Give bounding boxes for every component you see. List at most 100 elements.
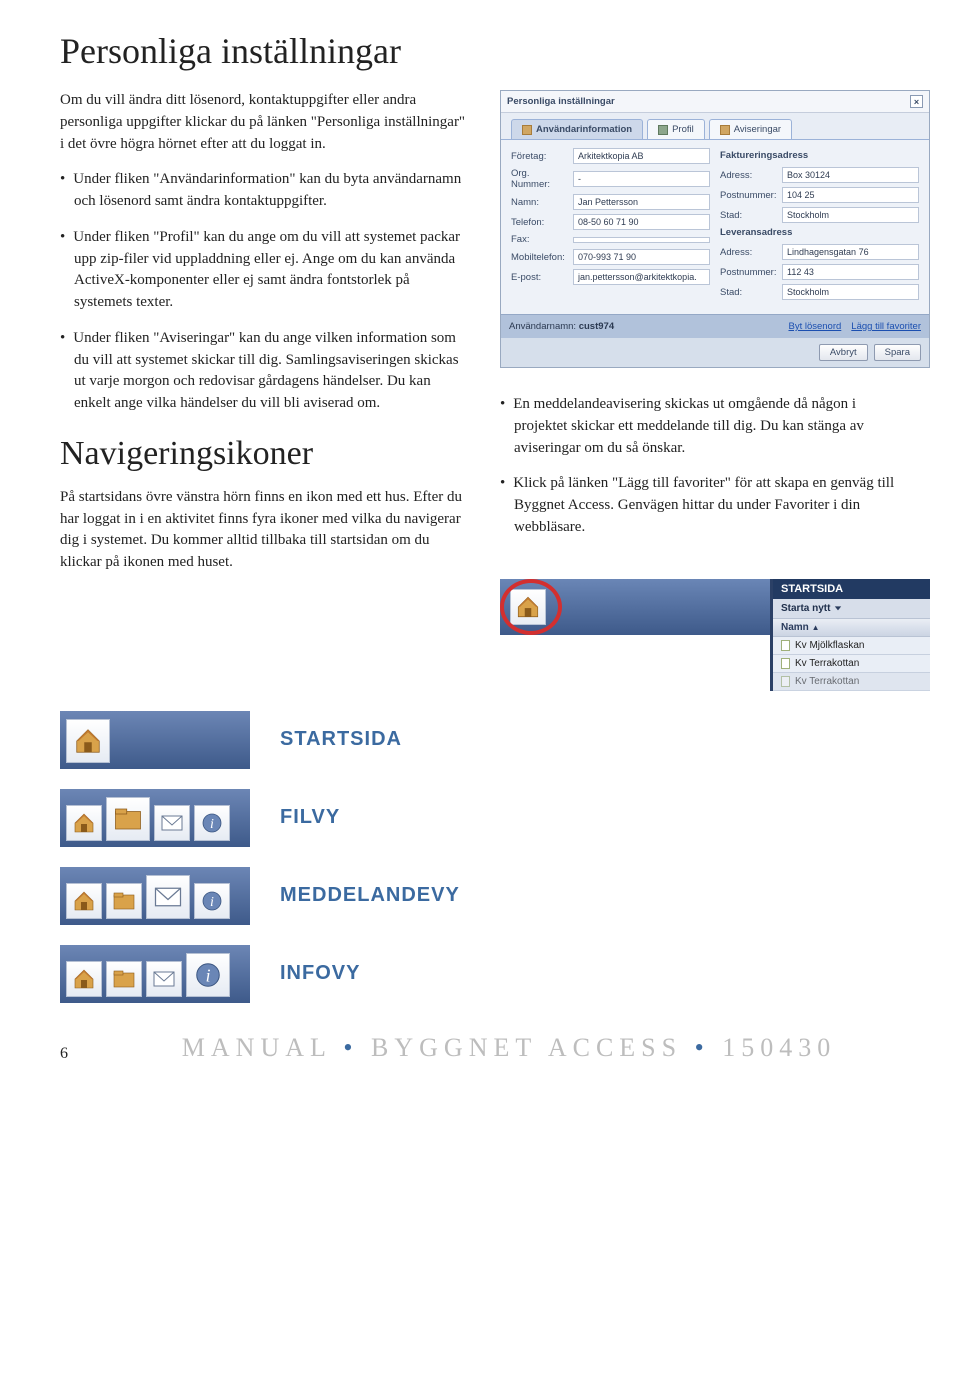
home-icon[interactable] — [66, 883, 102, 919]
label: Telefon: — [511, 217, 569, 228]
row-label: Kv Mjölkflaskan — [795, 640, 864, 651]
email-field[interactable]: jan.pettersson@arkitektkopia. — [573, 269, 710, 285]
label: Stad: — [720, 287, 778, 298]
save-button[interactable]: Spara — [874, 344, 921, 361]
invoice-address-field[interactable]: Box 30124 — [782, 167, 919, 183]
label: Adress: — [720, 170, 778, 181]
label: Namn: — [511, 197, 569, 208]
iconbar-filvy — [60, 789, 250, 847]
tab-label: Användarinformation — [536, 124, 632, 135]
mail-icon[interactable] — [146, 961, 182, 997]
home-icon[interactable] — [66, 719, 110, 763]
iconbar-startsida — [60, 711, 250, 769]
label: Företag: — [511, 151, 569, 162]
document-icon — [781, 640, 790, 651]
list-item[interactable]: Kv Terrakottan — [773, 655, 930, 673]
mail-icon[interactable] — [146, 875, 190, 919]
column-header-label: Namn — [781, 622, 809, 633]
phone-field[interactable]: 08-50 60 71 90 — [573, 214, 710, 230]
user-icon — [522, 125, 532, 135]
nav-heading: Navigeringsikoner — [60, 435, 470, 473]
list-item: Under fliken "Profil" kan du ange om du … — [60, 227, 470, 314]
list-item: En meddelandeavisering skickas ut omgåen… — [500, 394, 910, 459]
list-item[interactable]: Kv Mjölkflaskan — [773, 637, 930, 655]
label-startsida: STARTSIDA — [280, 728, 402, 751]
change-password-link[interactable]: Byt lösenord — [788, 321, 841, 332]
folder-icon[interactable] — [106, 797, 150, 841]
tab-aviseringar[interactable]: Aviseringar — [709, 119, 792, 139]
label-meddelandevy: MEDDELANDEVY — [280, 884, 460, 907]
starta-nytt-label: Starta nytt — [781, 603, 830, 614]
dot-icon: • — [695, 1033, 710, 1062]
tab-label: Profil — [672, 124, 694, 135]
section-faktureringsadress: Faktureringsadress — [720, 150, 919, 161]
column-header-name[interactable]: Namn ▲ — [773, 618, 930, 637]
orgnr-field[interactable]: - — [573, 171, 710, 187]
list-item: Under fliken "Aviseringar" kan du ange v… — [60, 328, 470, 415]
intro-paragraph: Om du vill ändra ditt lösenord, kontaktu… — [60, 90, 470, 155]
label-filvy: FILVY — [280, 806, 340, 829]
left-bullet-list: Under fliken "Användarinformation" kan d… — [60, 169, 470, 415]
right-bullet-list: En meddelandeavisering skickas ut omgåen… — [500, 394, 910, 539]
label: Org. Nummer: — [511, 168, 569, 190]
document-icon — [781, 658, 790, 669]
label: Postnummer: — [720, 190, 778, 201]
company-field[interactable]: Arkitektkopia AB — [573, 148, 710, 164]
row-label: Kv Terrakottan — [795, 658, 859, 669]
label: Fax: — [511, 234, 569, 245]
folder-icon[interactable] — [106, 961, 142, 997]
dot-icon: • — [343, 1033, 358, 1062]
list-item: Klick på länken "Lägg till favoriter" fö… — [500, 473, 910, 538]
iconbar-meddelandevy — [60, 867, 250, 925]
fax-field[interactable] — [573, 237, 710, 243]
bell-icon — [720, 125, 730, 135]
section-leveransadress: Leveransadress — [720, 227, 919, 238]
label: Stad: — [720, 210, 778, 221]
row-label: Kv Terrakottan — [795, 676, 859, 687]
startpage-screenshot: STARTSIDA Starta nytt Namn ▲ Kv Mjölkfla… — [500, 579, 930, 691]
add-favorites-link[interactable]: Lägg till favoriter — [851, 321, 921, 332]
footer-word: 150430 — [722, 1033, 836, 1062]
home-icon[interactable] — [510, 589, 546, 625]
invoice-zip-field[interactable]: 104 25 — [782, 187, 919, 203]
profile-icon — [658, 125, 668, 135]
nav-paragraph: På startsidans övre vänstra hörn finns e… — [60, 487, 470, 574]
page-heading: Personliga inställningar — [60, 30, 910, 72]
home-icon[interactable] — [66, 805, 102, 841]
startsida-header: STARTSIDA — [773, 579, 930, 599]
name-field[interactable]: Jan Pettersson — [573, 194, 710, 210]
list-item[interactable]: Kv Terrakottan — [773, 673, 930, 691]
label: Mobiltelefon: — [511, 252, 569, 263]
mobile-field[interactable]: 070-993 71 90 — [573, 249, 710, 265]
page-number: 6 — [60, 1045, 68, 1063]
label: Postnummer: — [720, 267, 778, 278]
tab-profil[interactable]: Profil — [647, 119, 705, 139]
chevron-down-icon — [834, 604, 842, 612]
folder-icon[interactable] — [106, 883, 142, 919]
settings-dialog: Personliga inställningar × Användarinfor… — [500, 90, 930, 368]
document-icon — [781, 676, 790, 687]
label: E-post: — [511, 272, 569, 283]
footer-word: BYGGNET ACCESS — [371, 1033, 682, 1062]
mail-icon[interactable] — [154, 805, 190, 841]
starta-nytt-button[interactable]: Starta nytt — [773, 599, 930, 618]
tab-anvandarinfo[interactable]: Användarinformation — [511, 119, 643, 139]
label: Användarnamn: — [509, 321, 576, 332]
label: Adress: — [720, 247, 778, 258]
home-icon[interactable] — [66, 961, 102, 997]
label-infovy: INFOVY — [280, 962, 360, 985]
info-icon[interactable] — [186, 953, 230, 997]
invoice-city-field[interactable]: Stockholm — [782, 207, 919, 223]
close-icon[interactable]: × — [910, 95, 923, 108]
info-icon[interactable] — [194, 883, 230, 919]
username-value: cust974 — [579, 321, 614, 332]
tab-label: Aviseringar — [734, 124, 781, 135]
info-icon[interactable] — [194, 805, 230, 841]
iconbar-infovy — [60, 945, 250, 1003]
footer-text: MANUAL • BYGGNET ACCESS • 150430 — [108, 1033, 910, 1063]
delivery-address-field[interactable]: Lindhagensgatan 76 — [782, 244, 919, 260]
delivery-zip-field[interactable]: 112 43 — [782, 264, 919, 280]
delivery-city-field[interactable]: Stockholm — [782, 284, 919, 300]
cancel-button[interactable]: Avbryt — [819, 344, 868, 361]
dialog-title: Personliga inställningar — [507, 96, 615, 107]
